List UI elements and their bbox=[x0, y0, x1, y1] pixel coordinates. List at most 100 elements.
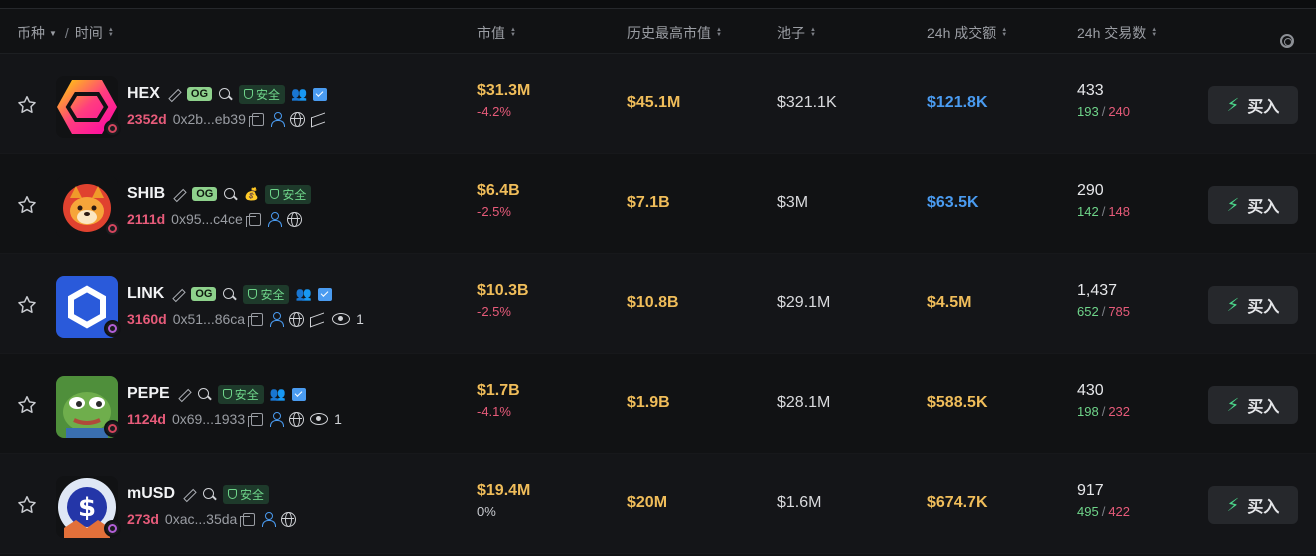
user-icon[interactable] bbox=[270, 111, 285, 127]
user-icon[interactable] bbox=[261, 511, 277, 527]
buy-count: 198 bbox=[1077, 404, 1099, 419]
shield-icon bbox=[248, 289, 258, 299]
table-row[interactable]: HEX OG 安全 👥 2352d 0x2b...eb39 $31.3M -4.… bbox=[0, 54, 1316, 154]
globe-icon[interactable] bbox=[289, 311, 305, 327]
sort-icon[interactable]: ▲ ▼ bbox=[1151, 27, 1157, 38]
star-icon[interactable] bbox=[16, 294, 38, 316]
buy-button-label: 买入 bbox=[1247, 199, 1280, 216]
column-market-cap[interactable]: 市值 ▲ ▼ bbox=[477, 23, 516, 43]
edit-icon[interactable] bbox=[171, 187, 186, 202]
telegram-icon[interactable] bbox=[311, 112, 327, 126]
globe-icon[interactable] bbox=[289, 411, 305, 427]
table-row[interactable]: PEPE 安全 👥 1124d 0x69...1933 1 $1.7B -4.1… bbox=[0, 354, 1316, 454]
chevron-down-icon[interactable]: ▼ bbox=[49, 29, 57, 38]
star-icon[interactable] bbox=[16, 494, 38, 516]
table-row[interactable]: LINK OG 安全 👥 3160d 0x51...86ca 1 $10.3B … bbox=[0, 254, 1316, 354]
safe-badge[interactable]: 安全 bbox=[239, 84, 286, 104]
star-icon[interactable] bbox=[16, 194, 38, 216]
copy-icon[interactable] bbox=[245, 212, 261, 227]
user-icon[interactable] bbox=[267, 211, 282, 227]
chain-icon bbox=[104, 120, 121, 137]
market-cap-value: $31.3M bbox=[477, 82, 531, 99]
volume-value: $4.5M bbox=[927, 294, 972, 311]
column-volume-24h[interactable]: 24h 成交额 ▲ ▼ bbox=[927, 23, 1007, 43]
holders-icon[interactable]: 👥 bbox=[291, 86, 307, 102]
holders-icon[interactable]: 👥 bbox=[295, 286, 311, 302]
wallet-icon[interactable]: 💰 bbox=[244, 187, 259, 201]
column-pool[interactable]: 池子 ▲ ▼ bbox=[777, 23, 816, 43]
chain-icon bbox=[104, 520, 121, 537]
safe-badge[interactable]: 安全 bbox=[217, 384, 264, 404]
sort-icon[interactable]: ▲ ▼ bbox=[716, 27, 722, 38]
star-icon[interactable] bbox=[16, 94, 38, 116]
user-icon[interactable] bbox=[269, 311, 285, 327]
sort-icon[interactable]: ▲ ▼ bbox=[510, 27, 516, 38]
token-symbol[interactable]: PEPE bbox=[127, 385, 170, 403]
edit-icon[interactable] bbox=[181, 487, 196, 502]
market-cap-value: $19.4M bbox=[477, 482, 531, 499]
community-icon[interactable] bbox=[317, 287, 332, 301]
table-row[interactable]: SHIB OG 💰 安全 2111d 0x95...c4ce $6.4B -2.… bbox=[0, 154, 1316, 254]
column-coin-time[interactable]: 币种 ▼ / 时间 ▲ ▼ bbox=[17, 23, 114, 43]
safe-label: 安全 bbox=[234, 387, 259, 402]
sort-icon[interactable]: ▲ ▼ bbox=[810, 27, 816, 38]
community-icon[interactable] bbox=[291, 387, 306, 401]
token-symbol[interactable]: LINK bbox=[127, 285, 164, 303]
globe-icon[interactable] bbox=[289, 111, 305, 127]
edit-icon[interactable] bbox=[170, 287, 185, 302]
user-icon[interactable] bbox=[269, 411, 285, 427]
token-age: 2352d bbox=[127, 111, 167, 127]
copy-icon[interactable] bbox=[248, 112, 264, 127]
safe-badge[interactable]: 安全 bbox=[265, 184, 312, 204]
buy-button[interactable]: ⚡ 买入 bbox=[1208, 186, 1298, 224]
search-icon[interactable] bbox=[223, 187, 238, 202]
table-row[interactable]: $ mUSD 安全 273d 0xac...35da $19.4M 0% $20… bbox=[0, 454, 1316, 554]
column-txns-24h[interactable]: 24h 交易数 ▲ ▼ bbox=[1077, 23, 1157, 43]
sort-icon[interactable]: ▲ ▼ bbox=[108, 27, 114, 38]
sell-count: 148 bbox=[1108, 204, 1131, 219]
token-symbol[interactable]: SHIB bbox=[127, 185, 165, 203]
volume-value: $674.7K bbox=[927, 494, 988, 511]
star-icon[interactable] bbox=[16, 394, 38, 416]
edit-icon[interactable] bbox=[176, 387, 191, 402]
contract-address: 0xac...35da bbox=[164, 511, 238, 527]
search-icon[interactable] bbox=[218, 87, 233, 102]
buy-button[interactable]: ⚡ 买入 bbox=[1208, 386, 1298, 424]
token-age: 273d bbox=[127, 511, 159, 527]
copy-icon[interactable] bbox=[240, 512, 256, 527]
column-ath-market-cap[interactable]: 历史最高市值 ▲ ▼ bbox=[627, 23, 722, 43]
eye-icon[interactable] bbox=[332, 313, 351, 325]
holders-icon[interactable]: 👥 bbox=[270, 386, 286, 402]
sort-icon[interactable]: ▲ ▼ bbox=[1001, 27, 1007, 38]
buy-button[interactable]: ⚡ 买入 bbox=[1208, 286, 1298, 324]
coin-header-label: 币种 bbox=[17, 25, 45, 41]
safe-badge[interactable]: 安全 bbox=[223, 484, 270, 504]
copy-icon[interactable] bbox=[248, 312, 264, 327]
search-icon[interactable] bbox=[202, 487, 217, 502]
safe-badge[interactable]: 安全 bbox=[243, 284, 290, 304]
token-symbol[interactable]: HEX bbox=[127, 85, 160, 103]
edit-icon[interactable] bbox=[166, 87, 181, 102]
top-divider bbox=[0, 0, 1316, 9]
community-icon[interactable] bbox=[313, 87, 328, 101]
copy-icon[interactable] bbox=[248, 412, 264, 427]
buy-button[interactable]: ⚡ 买入 bbox=[1208, 86, 1298, 124]
token-symbol[interactable]: mUSD bbox=[127, 485, 175, 503]
ath-value: $20M bbox=[627, 494, 668, 511]
og-badge: OG bbox=[186, 87, 213, 101]
ath-value: $10.8B bbox=[627, 294, 679, 311]
gear-icon[interactable] bbox=[1280, 34, 1294, 48]
buy-button-label: 买入 bbox=[1247, 299, 1280, 316]
volume-value: $588.5K bbox=[927, 394, 988, 411]
txns-total: 430 bbox=[1077, 382, 1104, 399]
search-icon[interactable] bbox=[222, 287, 237, 302]
eye-icon[interactable] bbox=[310, 413, 329, 425]
market-cap-change: -2.5% bbox=[477, 204, 511, 219]
globe-icon[interactable] bbox=[286, 211, 302, 227]
globe-icon[interactable] bbox=[281, 511, 297, 527]
time-header-label: 时间 bbox=[74, 25, 103, 41]
table-header: 币种 ▼ / 时间 ▲ ▼ 市值 ▲ ▼ 历史最高市值 ▲ ▼ 池子 ▲ ▼ 24h 成… bbox=[0, 10, 1316, 54]
search-icon[interactable] bbox=[197, 387, 212, 402]
buy-button[interactable]: ⚡ 买入 bbox=[1208, 486, 1298, 524]
telegram-icon[interactable] bbox=[310, 312, 326, 326]
